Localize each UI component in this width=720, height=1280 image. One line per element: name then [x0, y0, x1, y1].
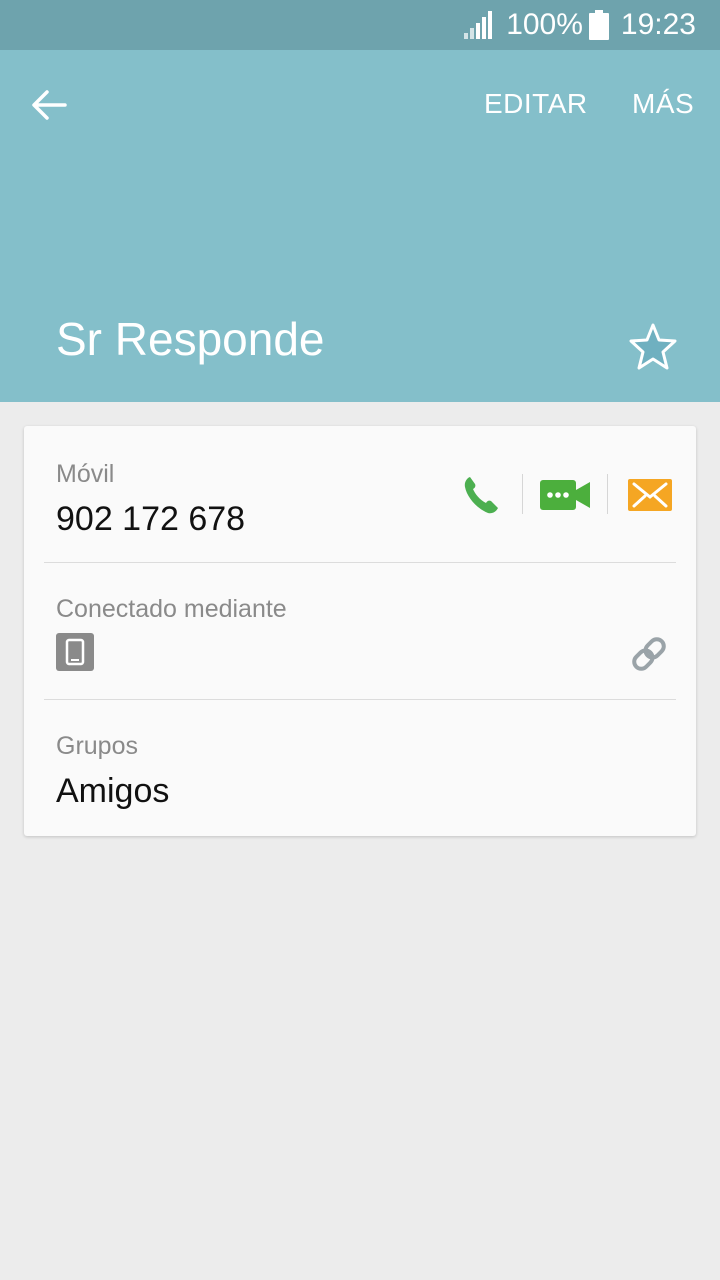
contact-details-card: Móvil 902 172 678 Conectado mediante Gru… — [24, 426, 696, 836]
groups-label: Grupos — [56, 732, 138, 760]
phone-label: Móvil — [56, 460, 115, 488]
status-bar: 100% 19:23 — [0, 0, 720, 50]
message-button[interactable] — [624, 472, 676, 518]
phone-number: 902 172 678 — [56, 500, 246, 538]
battery-icon — [588, 10, 609, 40]
action-separator — [522, 474, 523, 514]
contact-name: Sr Responde — [56, 313, 325, 365]
edit-button[interactable]: EDITAR — [484, 88, 588, 120]
device-icon — [56, 633, 96, 673]
back-button[interactable] — [24, 80, 74, 130]
link-button[interactable] — [626, 631, 672, 677]
groups-value: Amigos — [56, 772, 170, 810]
message-icon — [628, 479, 672, 511]
contact-header: EDITAR MÁS Sr Responde — [0, 50, 720, 402]
connected-label: Conectado mediante — [56, 595, 287, 623]
battery-percent: 100% — [506, 8, 583, 41]
star-outline-icon — [629, 323, 677, 370]
video-call-button[interactable] — [538, 472, 594, 518]
connected-row: Conectado mediante — [24, 563, 696, 699]
link-icon — [632, 637, 666, 671]
more-button[interactable]: MÁS — [632, 88, 694, 120]
favorite-button[interactable] — [626, 320, 680, 374]
signal-icon — [464, 11, 493, 39]
video-call-icon — [540, 480, 590, 510]
action-separator — [607, 474, 608, 514]
clock: 19:23 — [620, 8, 696, 41]
phone-row[interactable]: Móvil 902 172 678 — [24, 426, 696, 562]
groups-row[interactable]: Grupos Amigos — [24, 700, 696, 836]
phone-call-icon — [464, 477, 498, 514]
back-arrow-icon — [32, 90, 67, 120]
call-button[interactable] — [456, 470, 506, 520]
